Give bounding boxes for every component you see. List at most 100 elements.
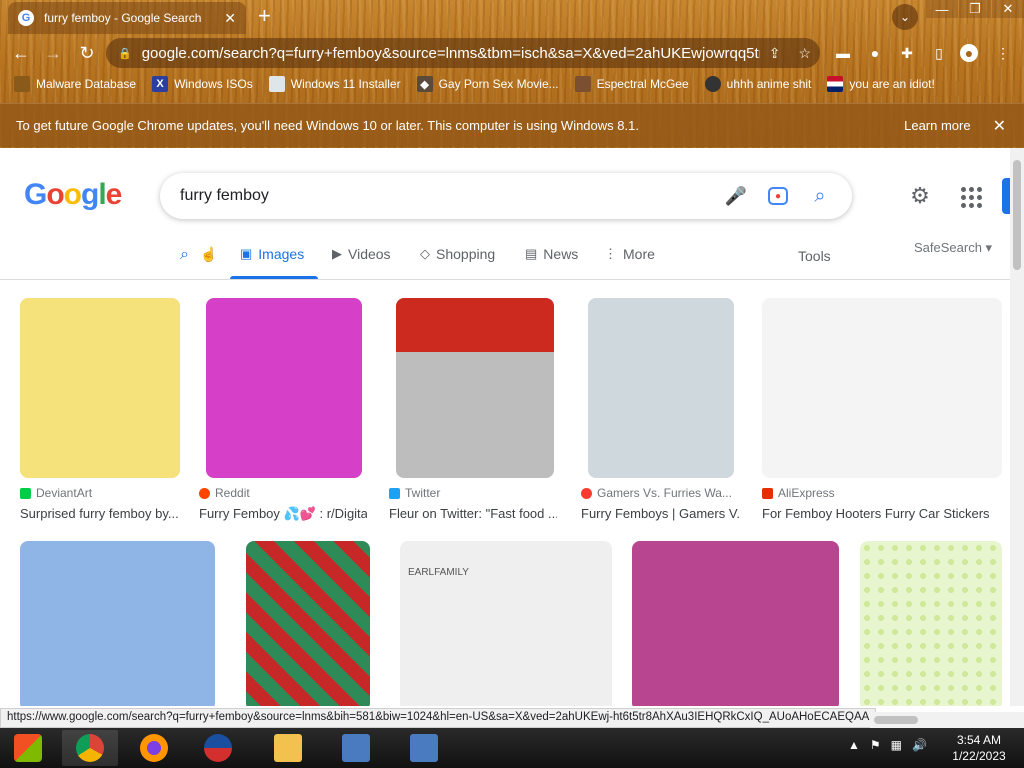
- tab-news[interactable]: ▤ News: [525, 246, 578, 262]
- minimize-button[interactable]: —: [926, 0, 958, 18]
- reload-icon[interactable]: ↻: [76, 42, 98, 64]
- source-label: Gamers Vs. Furries Wa...: [597, 486, 732, 500]
- result-caption[interactable]: Furry Femboys | Gamers V...: [581, 506, 741, 521]
- address-bar[interactable]: 🔒 google.com/search?q=furry+femboy&sourc…: [106, 38, 820, 68]
- safesearch-dropdown[interactable]: SafeSearch ▾: [914, 240, 992, 256]
- taskbar-installer-2[interactable]: [396, 730, 452, 766]
- flag-extension-icon[interactable]: ▬: [834, 44, 852, 62]
- image-result-thumbnail[interactable]: [246, 541, 370, 706]
- result-caption[interactable]: For Femboy Hooters Furry Car Stickers ..…: [762, 506, 994, 521]
- image-result-thumbnail[interactable]: [396, 298, 554, 478]
- tab-label: Videos: [348, 246, 391, 262]
- profile-extension-icon[interactable]: ●: [866, 44, 884, 62]
- search-input[interactable]: furry femboy: [180, 187, 724, 205]
- result-source[interactable]: Reddit: [199, 486, 250, 500]
- tab-label: Images: [258, 246, 305, 262]
- tab-title: furry femboy - Google Search: [44, 11, 202, 25]
- taskbar-file-explorer[interactable]: [260, 730, 316, 766]
- image-result-thumbnail[interactable]: [206, 298, 362, 478]
- browser-toolbar: ← → ↻ 🔒 google.com/search?q=furry+femboy…: [0, 36, 1024, 70]
- result-source[interactable]: DeviantArt: [20, 486, 92, 500]
- url-text: google.com/search?q=furry+femboy&source=…: [141, 44, 760, 62]
- tools-button[interactable]: Tools: [798, 248, 831, 264]
- window-controls: — ❐ ✕: [925, 0, 1024, 18]
- account-button[interactable]: [1002, 178, 1010, 214]
- image-result-thumbnail[interactable]: [20, 541, 215, 706]
- taskbar-app[interactable]: [190, 730, 246, 766]
- close-window-button[interactable]: ✕: [992, 0, 1024, 18]
- bookmark-item[interactable]: X Windows ISOs: [152, 76, 253, 92]
- bookmark-item[interactable]: Espectral McGee: [574, 76, 689, 92]
- image-result-thumbnail[interactable]: [20, 298, 180, 478]
- tab-more[interactable]: ⋮ More: [604, 246, 655, 262]
- side-panel-icon[interactable]: ▯: [930, 44, 948, 62]
- cursor-hand-icon: ☝: [200, 246, 218, 262]
- microphone-icon[interactable]: 🎤: [724, 184, 748, 208]
- system-clock[interactable]: 3:54 AM 1/22/2023: [944, 732, 1014, 764]
- network-icon[interactable]: ▦: [891, 738, 902, 752]
- bookmark-item[interactable]: Malware Database: [14, 76, 136, 92]
- bookmark-item[interactable]: Windows 11 Installer: [268, 76, 401, 92]
- result-caption[interactable]: Fleur on Twitter: "Fast food ...: [389, 506, 557, 521]
- image-result-thumbnail[interactable]: EARLFAMILY: [400, 541, 612, 706]
- result-source[interactable]: AliExpress: [762, 486, 835, 500]
- horizontal-scrollbar[interactable]: [870, 712, 1024, 728]
- close-infobar-icon[interactable]: ✕: [993, 116, 1006, 136]
- result-caption[interactable]: Surprised furry femboy by...: [20, 506, 182, 521]
- start-button[interactable]: [0, 730, 56, 766]
- bookmark-star-icon[interactable]: ☆: [798, 45, 811, 62]
- close-tab-icon[interactable]: ✕: [224, 10, 236, 27]
- flag-icon: [827, 76, 844, 92]
- x-icon: X: [152, 76, 169, 92]
- new-tab-button[interactable]: +: [258, 5, 271, 27]
- tab-search-button[interactable]: ⌄: [892, 4, 918, 30]
- scrollbar-thumb[interactable]: [874, 716, 918, 724]
- image-result-thumbnail[interactable]: [762, 298, 1002, 478]
- menu-kebab-icon[interactable]: ⋮: [994, 44, 1012, 62]
- taskbar-firefox[interactable]: [126, 730, 182, 766]
- extensions-puzzle-icon[interactable]: ✚: [898, 44, 916, 62]
- apps-grid-icon[interactable]: [958, 184, 982, 208]
- tab-all-search-icon[interactable]: ⌕: [180, 246, 189, 264]
- source-label: Twitter: [405, 486, 441, 500]
- search-icon[interactable]: ⌕: [808, 184, 832, 208]
- image-result-thumbnail[interactable]: [860, 541, 1002, 706]
- result-source[interactable]: Gamers Vs. Furries Wa...: [581, 486, 732, 500]
- anime-icon: [704, 76, 721, 92]
- scrollbar-thumb[interactable]: [1013, 160, 1021, 270]
- taskbar-installer[interactable]: [328, 730, 384, 766]
- tab-label: News: [543, 246, 579, 262]
- lock-icon: 🔒: [118, 47, 132, 60]
- volume-icon[interactable]: 🔊: [912, 738, 927, 752]
- learn-more-link[interactable]: Learn more: [904, 118, 970, 133]
- action-center-flag-icon[interactable]: ⚑: [870, 738, 881, 752]
- bookmark-label: Espectral McGee: [596, 77, 689, 91]
- tab-images[interactable]: ▣ Images: [240, 246, 304, 262]
- settings-gear-icon[interactable]: ⚙: [906, 182, 934, 210]
- image-result-thumbnail[interactable]: [632, 541, 839, 706]
- bookmark-item[interactable]: ◆ Gay Porn Sex Movie...: [416, 76, 559, 92]
- tab-videos[interactable]: ▶ Videos: [332, 246, 391, 262]
- google-logo[interactable]: Google: [24, 178, 122, 212]
- tab-shopping[interactable]: ◇ Shopping: [420, 246, 495, 262]
- clock-time: 3:54 AM: [956, 733, 1002, 747]
- source-label: AliExpress: [778, 486, 835, 500]
- back-arrow-icon[interactable]: ←: [10, 42, 32, 64]
- bookmark-item[interactable]: uhhh anime shit: [704, 76, 811, 92]
- profile-avatar-icon[interactable]: ●: [960, 44, 978, 62]
- restore-button[interactable]: ❐: [959, 0, 991, 18]
- tag-icon: ◇: [420, 246, 430, 261]
- vertical-scrollbar[interactable]: [1010, 148, 1024, 706]
- result-caption[interactable]: Furry Femboy 💦💕 : r/Digita...: [199, 506, 367, 522]
- forward-arrow-icon[interactable]: →: [42, 42, 64, 64]
- show-hidden-icons-icon[interactable]: ▲: [848, 738, 860, 752]
- result-source[interactable]: Twitter: [389, 486, 440, 500]
- bookmark-item[interactable]: you are an idiot!: [827, 76, 935, 92]
- firefox-icon: [140, 734, 168, 762]
- search-box[interactable]: furry femboy 🎤 ● ⌕: [160, 173, 852, 219]
- browser-tab[interactable]: G furry femboy - Google Search ✕: [8, 2, 246, 34]
- taskbar-chrome[interactable]: [62, 730, 118, 766]
- share-icon[interactable]: ⇪: [769, 45, 781, 62]
- camera-lens-icon[interactable]: ●: [768, 187, 788, 205]
- image-result-thumbnail[interactable]: [588, 298, 734, 478]
